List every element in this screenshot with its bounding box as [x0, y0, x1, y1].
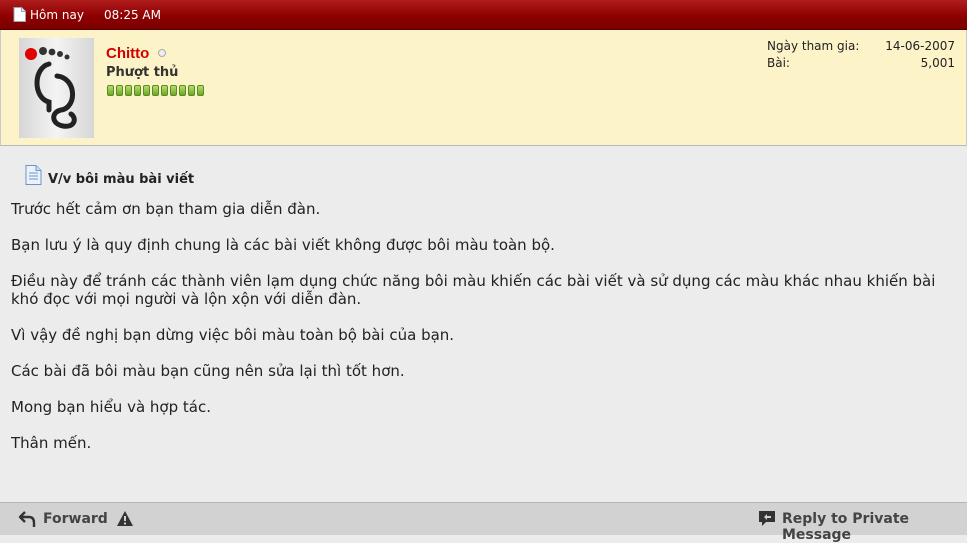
user-info-panel: Chitto Phượt thủ Ngày tham gia: 14-06-20… — [0, 30, 967, 146]
join-date-label: Ngày tham gia: — [767, 39, 860, 53]
reputation-pip — [107, 85, 114, 96]
forward-button[interactable]: Forward — [43, 511, 108, 527]
reputation-pip — [179, 85, 186, 96]
post-paragraph: Thân mến. — [11, 434, 92, 452]
post-title: V/v bôi màu bài viết — [48, 172, 195, 187]
post-header-bar: Hôm nay 08:25 AM — [0, 0, 967, 30]
reputation-pip — [161, 85, 168, 96]
footprint-logo-icon — [25, 47, 77, 129]
reputation-pip — [152, 85, 159, 96]
post-paragraph: Trước hết cảm ơn bạn tham gia diễn đàn. — [11, 200, 321, 218]
post-paragraph: Các bài đã bôi màu bạn cũng nên sửa lại … — [11, 362, 405, 380]
reputation-pip — [143, 85, 150, 96]
post-time: 08:25 AM — [104, 8, 161, 22]
reputation-pip — [188, 85, 195, 96]
post-paragraph: Mong bạn hiểu và hợp tác. — [11, 398, 211, 416]
avatar[interactable] — [19, 38, 94, 138]
post-count-value: 5,001 — [920, 56, 955, 70]
user-title: Phượt thủ — [106, 65, 179, 80]
post-paragraph: Điều này để tránh các thành viên lạm dụn… — [11, 272, 936, 308]
post-paragraph: Bạn lưu ý là quy định chung là các bài v… — [11, 236, 555, 254]
reputation-pip — [125, 85, 132, 96]
report-warning-icon[interactable] — [116, 510, 134, 527]
reply-private-message-button[interactable]: Reply to Private Message — [782, 511, 967, 543]
reputation-bar — [107, 85, 204, 96]
offline-status-icon — [158, 49, 166, 57]
username-link[interactable]: Chitto — [106, 45, 149, 62]
reply-message-icon[interactable] — [758, 510, 776, 527]
reputation-pip — [116, 85, 123, 96]
join-date-value: 14-06-2007 — [885, 39, 955, 53]
post-footer-bar: Forward Reply to Private Message — [0, 502, 967, 543]
reputation-pip — [170, 85, 177, 96]
document-icon — [13, 7, 26, 22]
reputation-pip — [134, 85, 141, 96]
document-icon — [25, 165, 42, 185]
post-date: Hôm nay — [30, 8, 84, 22]
reputation-pip — [197, 85, 204, 96]
forward-arrow-icon[interactable] — [18, 510, 38, 528]
post-body: Trước hết cảm ơn bạn tham gia diễn đàn. … — [11, 200, 946, 470]
post-count-label: Bài: — [767, 56, 790, 70]
post-paragraph: Vì vậy đề nghị bạn dừng việc bôi màu toà… — [11, 326, 455, 344]
